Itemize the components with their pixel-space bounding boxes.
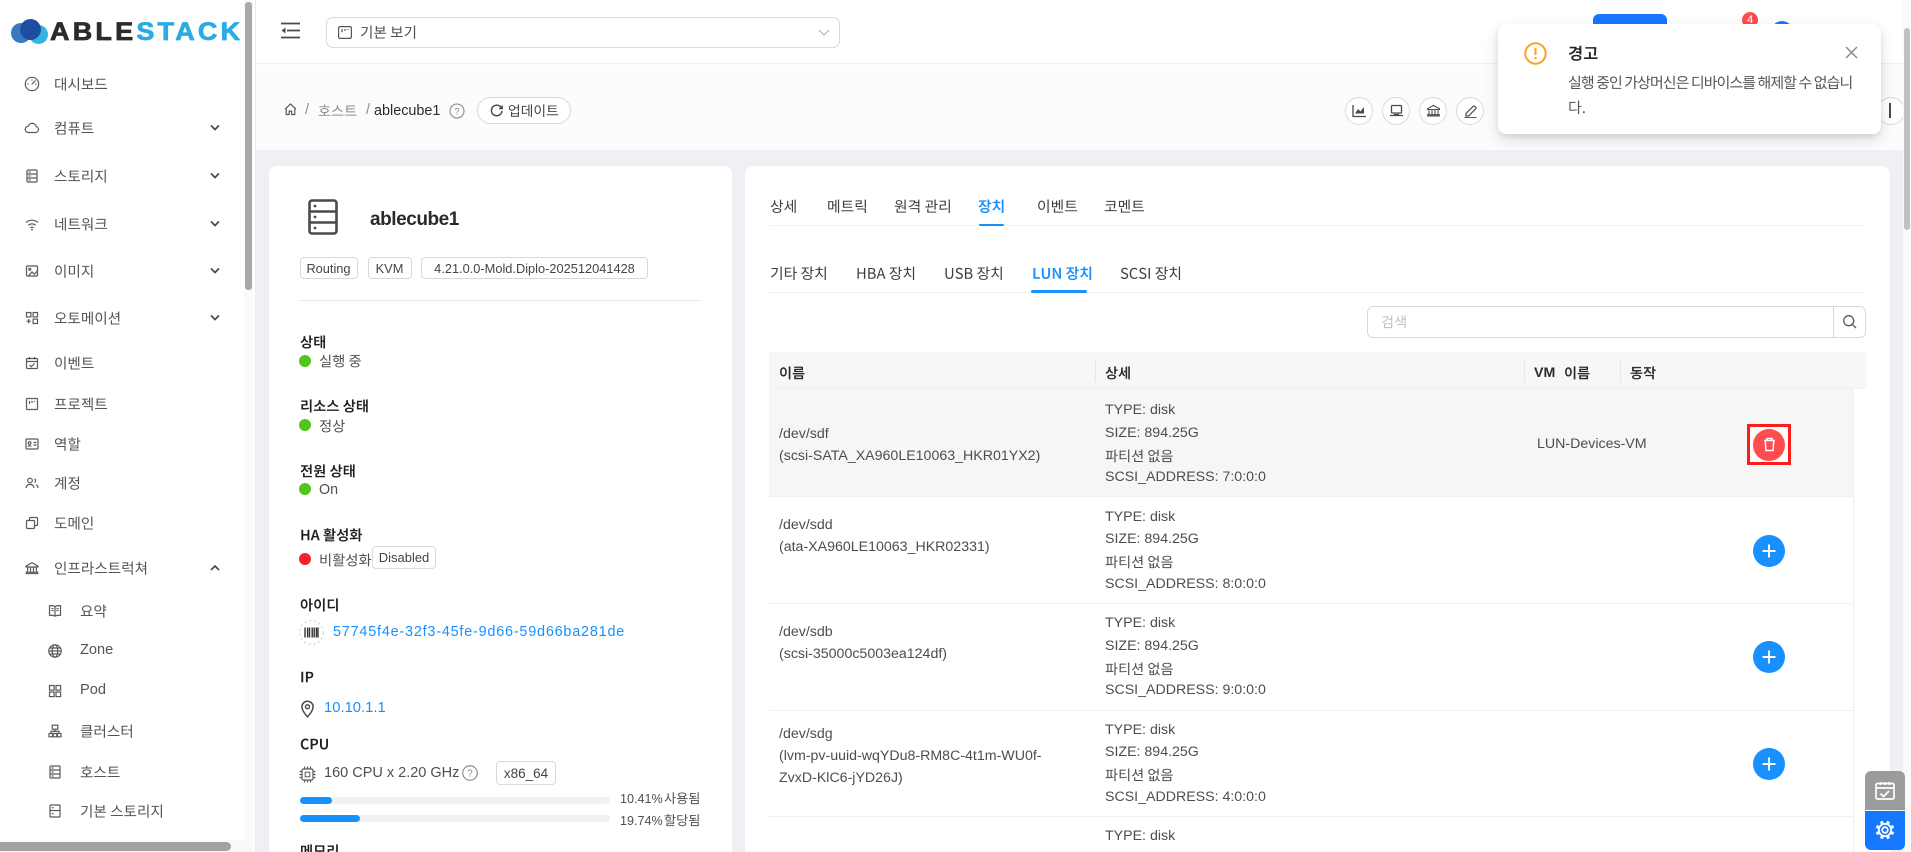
svg-text:?: ? — [467, 769, 473, 780]
svg-text:?: ? — [454, 106, 459, 117]
